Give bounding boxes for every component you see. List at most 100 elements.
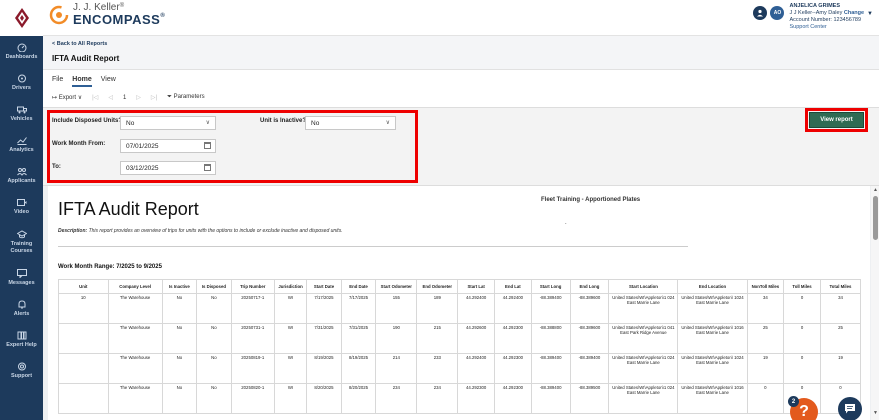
table-cell: 44.292300 (457, 383, 495, 414)
chat-icon (845, 404, 855, 414)
table-cell: 8/19/2025 (306, 353, 342, 384)
table-row: The Warehouse No No 20250820-1 WI 8/20/2025 8/… (58, 383, 862, 414)
table-cell: 215 (416, 323, 459, 354)
account-avatar[interactable]: AO (770, 6, 785, 20)
table-cell: -88.388800 (530, 323, 571, 354)
column-header: Start Odometer (375, 279, 418, 294)
table-cell: No (196, 353, 232, 384)
registered-mark: ® (119, 3, 125, 9)
column-header: Toll Miles (783, 279, 821, 294)
user-avatar[interactable] (753, 6, 768, 20)
first-page-icon[interactable]: |◁ (92, 94, 98, 101)
previous-page-icon[interactable]: ◁ (108, 94, 113, 101)
table-cell: No (161, 293, 198, 324)
table-cell: 44.292400 (494, 293, 532, 324)
sidebar-item-label: Alerts (13, 310, 30, 317)
chevron-down-icon: ∨ (205, 120, 210, 126)
column-header: Trip Number (230, 279, 275, 294)
change-account-link[interactable]: Change (844, 10, 864, 16)
table-cell: United States\WI\Appleton\1 024 East Mar… (608, 383, 679, 414)
export-button[interactable]: ↦ Export ∨ (52, 94, 82, 101)
column-header: Is Inactive (161, 279, 198, 294)
column-header: Is Disposed (196, 279, 232, 294)
last-page-icon[interactable]: ▷| (151, 94, 157, 101)
unit-inactive-select[interactable]: No ∨ (305, 116, 396, 130)
table-cell: No (196, 323, 232, 354)
sidebar-item-analytics[interactable]: Analytics (0, 129, 43, 160)
book-icon (17, 331, 26, 340)
support-center-link[interactable]: Support Center (789, 24, 864, 31)
table-body: 10 The Warehouse No No 20250717-1 WI 7/17/2025… (58, 293, 862, 414)
scrollbar-thumb[interactable] (873, 196, 878, 240)
toolbar-actions: ↦ Export ∨ |◁ ◁ 1 ▷ ▷| ⏷ Parameters (52, 94, 215, 101)
table-cell: 214 (375, 353, 418, 384)
work-month-from-value: 07/01/2025 (126, 143, 159, 150)
include-disposed-select[interactable]: No ∨ (120, 116, 216, 130)
sidebar-item-vehicles[interactable]: Vehicles (0, 98, 43, 129)
sidebar-item-support[interactable]: Support (0, 355, 43, 386)
sidebar-item-drivers[interactable]: Drivers (0, 67, 43, 98)
table-cell: The Warehouse (107, 353, 163, 384)
table-cell: 44.292600 (457, 323, 495, 354)
account-info: ANJELICA GRIMES J J Keller--Amy Daley Ch… (789, 3, 864, 31)
column-header: End Odometer (416, 279, 459, 294)
scroll-up-icon[interactable]: ▲ (873, 187, 878, 193)
table-cell: 20250717-1 (230, 293, 275, 324)
sidebar-item-alerts[interactable]: Alerts (0, 293, 43, 324)
sidebar-item-training-courses[interactable]: Training Courses (0, 222, 43, 262)
sidebar-item-label: Expert Help (6, 341, 37, 348)
table-cell: 0 (783, 293, 821, 324)
table-cell: United States\WI\Appleton\ 1016 East Mar… (677, 383, 748, 414)
sidebar-item-dashboards[interactable]: Dashboards (0, 36, 43, 67)
chat-button[interactable] (838, 397, 862, 420)
sidebar-item-messages[interactable]: Messages (0, 262, 43, 293)
tab-view[interactable]: View (101, 76, 116, 87)
column-header: End Location (677, 279, 748, 294)
tab-file[interactable]: File (52, 76, 63, 87)
description-text: This report provides an overview of trip… (88, 228, 343, 234)
account-number: Account Number: 123456789 (789, 16, 862, 23)
user-icon (757, 9, 764, 17)
calendar-icon[interactable] (204, 142, 211, 149)
calendar-icon[interactable] (204, 164, 211, 171)
view-report-button[interactable]: View report (809, 112, 864, 128)
table-row: The Warehouse No No 20250819-1 WI 8/19/2025 8/… (58, 353, 862, 384)
scroll-down-icon[interactable]: ▼ (873, 410, 878, 416)
filter-icon: ⏷ (167, 94, 172, 100)
tab-home[interactable]: Home (72, 76, 92, 87)
account-menu[interactable]: AO ANJELICA GRIMES J J Keller--Amy Daley… (753, 3, 873, 31)
page-number[interactable]: 1 (123, 95, 126, 101)
parameters-panel: Include Disposed Units? No ∨ Unit is Ina… (43, 108, 879, 186)
next-page-icon[interactable]: ▷ (136, 94, 141, 101)
column-header: End Long (569, 279, 610, 294)
report-title: IFTA Audit Report (58, 199, 199, 219)
table-cell: 7/31/2025 (306, 323, 342, 354)
work-month-to-input[interactable]: 03/12/2025 (120, 161, 216, 175)
table-cell: The Warehouse (107, 323, 163, 354)
parameters-button[interactable]: ⏷ Parameters (167, 94, 205, 101)
report-toolbar: File Home View ↦ Export ∨ |◁ ◁ 1 ▷ ▷| ⏷ … (43, 70, 879, 108)
table-cell: WI (273, 293, 308, 324)
jjkeller-logo[interactable] (0, 0, 43, 36)
table-cell: 7/17/2025 (340, 293, 377, 324)
table-cell: WI (273, 323, 308, 354)
back-to-reports-link[interactable]: < Back to All Reports (52, 41, 107, 47)
table-cell: United States\WI\Appleton\ 1024 East Mar… (677, 293, 748, 324)
chevron-down-icon[interactable]: ▼ (867, 11, 873, 17)
report-viewer: IFTA Audit Report Fleet Training - Appor… (43, 186, 879, 420)
table-cell: 8/20/2025 (306, 383, 342, 414)
truck-icon (16, 106, 27, 114)
report-page: IFTA Audit Report Fleet Training - Appor… (48, 186, 870, 420)
sidebar-item-expert-help[interactable]: Expert Help (0, 324, 43, 355)
sidebar-item-applicants[interactable]: Applicants (0, 160, 43, 191)
bell-icon (18, 300, 25, 309)
sidebar-item-label: Drivers (12, 84, 31, 91)
work-month-from-input[interactable]: 07/01/2025 (120, 139, 216, 153)
table-row: The Warehouse No No 20250731-1 WI 7/31/2025 7/… (58, 323, 862, 354)
table-cell: United States\WI\Appleton\1 024 East Mar… (608, 353, 679, 384)
unit-inactive-label: Unit is Inactive? (260, 118, 307, 124)
sidebar-item-video[interactable]: Video (0, 191, 43, 222)
table-cell: 189 (416, 293, 459, 324)
encompass-logo[interactable]: J. J. Keller® ENCOMPASS® (49, 3, 165, 27)
report-table: Unit Company Level Is Inactive Is Disposed T… (58, 279, 862, 414)
